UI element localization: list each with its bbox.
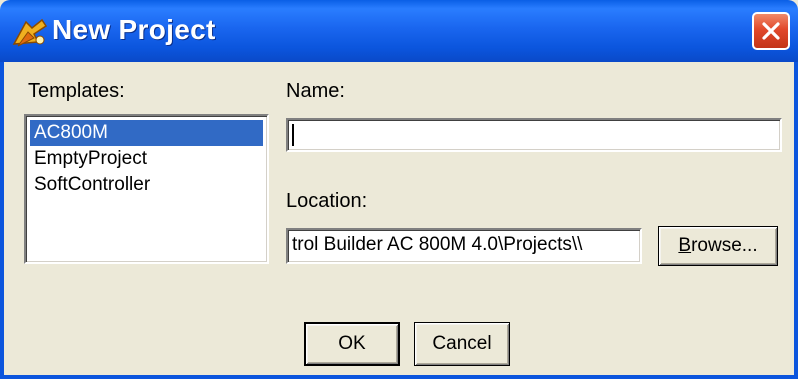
location-input-value: trol Builder AC 800M 4.0\Projects\\ bbox=[292, 234, 583, 255]
templates-label: Templates: bbox=[28, 80, 125, 102]
location-input[interactable]: trol Builder AC 800M 4.0\Projects\\ bbox=[286, 228, 642, 264]
text-caret bbox=[292, 124, 294, 146]
browse-access-key: B bbox=[678, 235, 692, 256]
project-wizard-icon bbox=[12, 18, 48, 47]
window-frame-bottom bbox=[0, 375, 798, 379]
location-label: Location: bbox=[286, 190, 368, 212]
browse-button[interactable]: Browse... bbox=[658, 226, 778, 266]
template-item-softcontroller[interactable]: SoftController bbox=[30, 172, 263, 198]
template-item-ac800m[interactable]: AC800M bbox=[30, 120, 263, 146]
templates-listbox[interactable]: AC800M EmptyProject SoftController bbox=[24, 114, 269, 264]
title-bar[interactable]: New Project bbox=[0, 0, 798, 62]
cancel-button-label: Cancel bbox=[432, 333, 492, 354]
name-input[interactable] bbox=[286, 118, 782, 152]
close-button[interactable] bbox=[752, 12, 790, 50]
ok-button[interactable]: OK bbox=[304, 322, 400, 366]
ok-button-label: OK bbox=[338, 333, 366, 354]
cancel-button[interactable]: Cancel bbox=[414, 322, 510, 366]
template-item-emptyproject[interactable]: EmptyProject bbox=[30, 146, 263, 172]
name-label: Name: bbox=[286, 80, 345, 102]
window-frame-right bbox=[794, 62, 798, 379]
close-x-icon bbox=[762, 22, 780, 40]
window-title: New Project bbox=[52, 14, 216, 45]
browse-button-label: rowse... bbox=[691, 235, 758, 256]
